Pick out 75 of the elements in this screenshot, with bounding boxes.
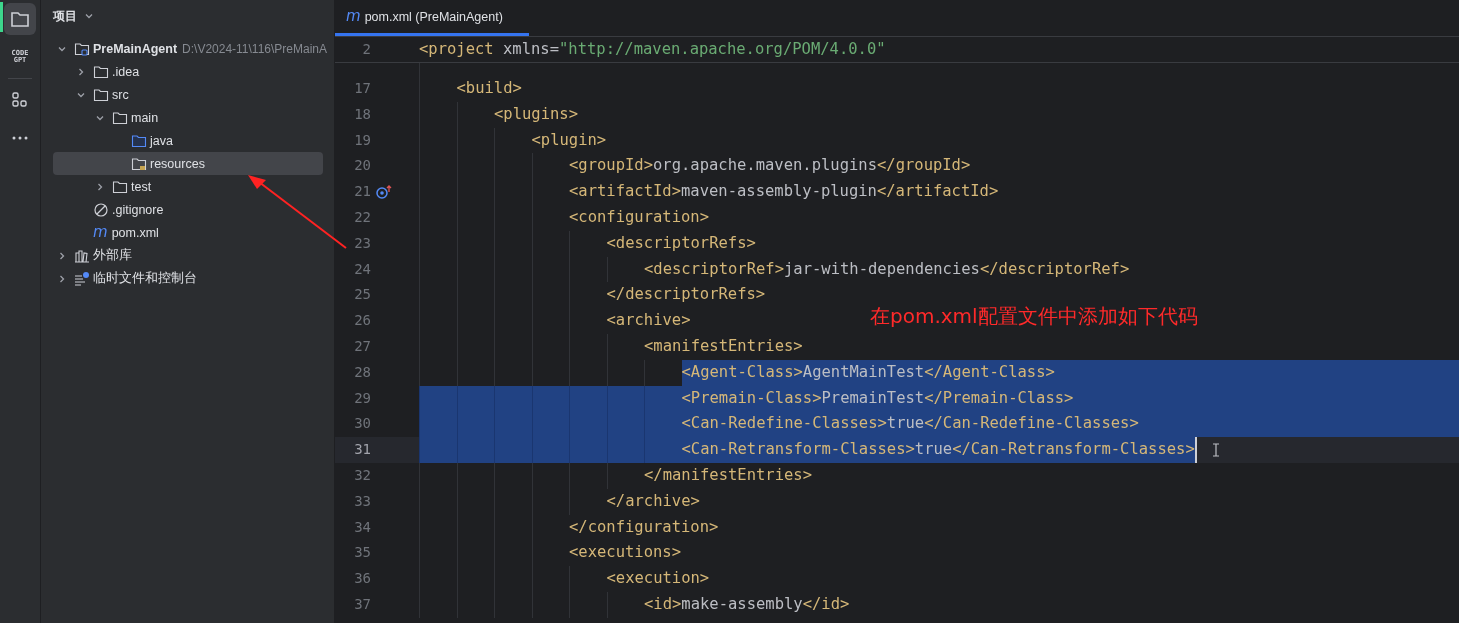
project-path: D:\V2024-11\116\PreMainA xyxy=(182,41,328,56)
line-number: 35 xyxy=(353,543,371,563)
tree-item[interactable]: .idea xyxy=(53,60,323,83)
chevron-right-icon[interactable] xyxy=(95,181,105,192)
line-number: 25 xyxy=(353,285,371,305)
code-line: <descriptorRef>jar-with-dependencies</descriptorRef> xyxy=(644,258,1130,280)
text-cursor-icon xyxy=(1211,443,1220,458)
maven-icon: m xyxy=(346,9,361,24)
code-line: <build> xyxy=(456,78,522,99)
chevron-right-icon[interactable] xyxy=(57,273,67,284)
code-line: </configuration> xyxy=(569,516,719,538)
line-number: 28 xyxy=(353,362,371,382)
resources-folder-icon xyxy=(131,155,147,172)
tree-item[interactable]: src xyxy=(53,83,323,106)
code-line: <artifactId>maven-assembly-plugin</artifactId> xyxy=(569,181,999,203)
line-number: 21 xyxy=(353,182,371,202)
implemented-icon[interactable] xyxy=(375,184,393,201)
code-line: <plugins> xyxy=(494,103,578,125)
folder-icon xyxy=(112,109,128,126)
line-number: 32 xyxy=(353,465,371,485)
code-line: </archive> xyxy=(606,490,700,512)
code-line: <id>make-assembly</id> xyxy=(644,593,850,615)
line-number: 37 xyxy=(353,594,371,614)
chevron-down-icon[interactable] xyxy=(84,11,94,21)
code-line: <configuration> xyxy=(569,207,709,228)
tree-item[interactable]: resources xyxy=(53,152,323,175)
line-number: 2 xyxy=(361,40,371,59)
folder-icon xyxy=(93,86,109,103)
line-number: 17 xyxy=(353,79,371,98)
code-line: <project xmlns="http://maven.apache.org/POM/4.0.0" xyxy=(419,39,886,60)
code-line: </manifestEntries> xyxy=(644,464,812,486)
code-line: <executions> xyxy=(569,542,681,564)
scratches-icon xyxy=(74,270,90,287)
folder-icon xyxy=(93,63,109,80)
folder-icon xyxy=(131,132,147,149)
library-icon xyxy=(74,247,90,264)
line-number: 18 xyxy=(353,104,371,124)
tree-item[interactable]: 外部库 xyxy=(53,244,323,267)
code-line: <groupId>org.apache.maven.plugins</groupId> xyxy=(569,155,971,177)
chevron-right-icon[interactable] xyxy=(76,66,86,77)
line-number: 20 xyxy=(353,156,371,176)
code-line: <execution> xyxy=(606,568,710,590)
line-number: 24 xyxy=(353,259,371,279)
line-number: 36 xyxy=(353,569,371,589)
tree-item[interactable]: test xyxy=(53,175,323,198)
code-line: <manifestEntries> xyxy=(644,335,803,357)
project-folder-icon xyxy=(74,40,90,57)
maven-icon: m xyxy=(93,225,108,240)
text-caret xyxy=(1194,437,1197,463)
line-number: 31 xyxy=(353,440,371,460)
line-number: 29 xyxy=(353,388,371,408)
code-line: <descriptorRefs> xyxy=(606,232,756,254)
folder-icon xyxy=(112,178,128,195)
tree-item[interactable]: m pom.xml xyxy=(53,221,323,244)
folder-icon[interactable] xyxy=(4,3,36,35)
line-number: 23 xyxy=(353,233,371,253)
line-number: 19 xyxy=(353,130,371,150)
chevron-right-icon[interactable] xyxy=(57,250,67,261)
line-number: 34 xyxy=(353,517,371,537)
ignore-icon xyxy=(93,201,109,218)
tree-item[interactable]: java xyxy=(53,129,323,152)
editor-tab[interactable]: m pom.xml (PreMainAgent) xyxy=(335,0,529,36)
code-line: <plugin> xyxy=(531,129,607,151)
code-line: <archive> xyxy=(606,310,691,332)
line-number: 27 xyxy=(353,336,371,356)
line-number: 22 xyxy=(353,208,371,227)
line-number: 30 xyxy=(353,414,371,434)
tree-item[interactable]: 临时文件和控制台 xyxy=(53,267,323,290)
code-line: </descriptorRefs> xyxy=(606,284,766,306)
tree-item[interactable]: .gitignore xyxy=(53,198,323,221)
line-number: 33 xyxy=(353,491,371,511)
tree-item[interactable]: main xyxy=(53,106,323,129)
annotation-text: 在pom.xml配置文件中添加如下代码 xyxy=(870,303,1198,330)
line-number: 26 xyxy=(353,311,371,331)
panel-title[interactable]: 项目 xyxy=(53,7,77,25)
